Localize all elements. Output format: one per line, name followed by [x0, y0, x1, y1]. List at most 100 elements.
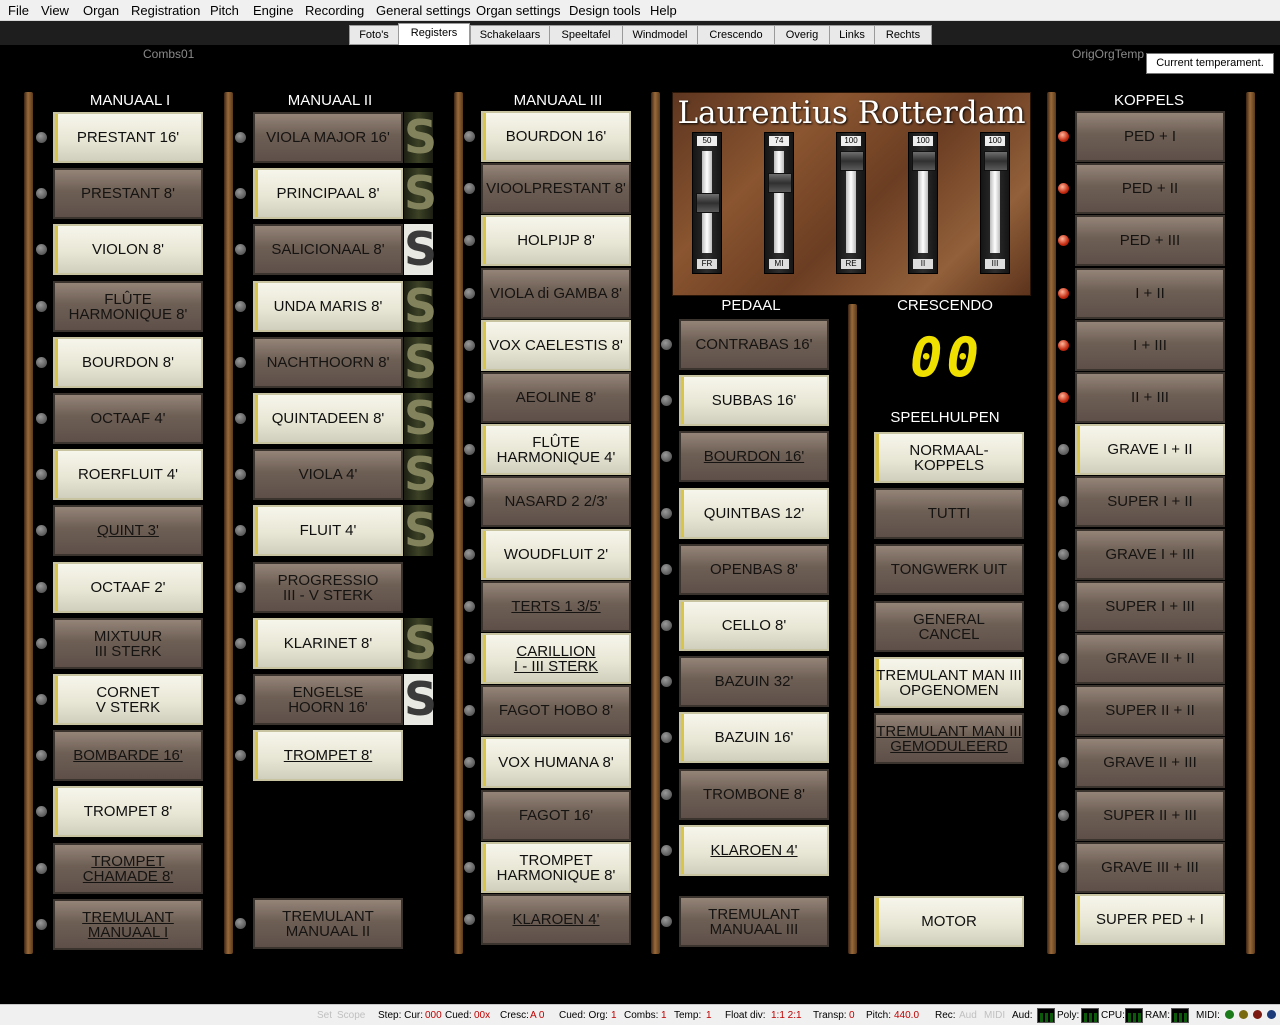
stop-grave-iii-iii[interactable]: GRAVE III + III: [1075, 842, 1225, 893]
stop-i-iii[interactable]: I + III: [1075, 320, 1225, 371]
stop-terts-1-3-5[interactable]: TERTS 1 3/5': [481, 581, 631, 632]
stop-klaroen-4[interactable]: KLAROEN 4': [679, 825, 829, 876]
status-rec-midi[interactable]: MIDI: [984, 1010, 1005, 1021]
stop-tutti[interactable]: TUTTI: [874, 488, 1024, 539]
stop-woudfluit-2[interactable]: WOUDFLUIT 2': [481, 529, 631, 580]
menu-organ[interactable]: Organ: [83, 3, 119, 18]
stop-grave-i-iii[interactable]: GRAVE I + III: [1075, 529, 1225, 580]
status-rec-aud[interactable]: Aud: [959, 1010, 977, 1021]
stop-trombone-8[interactable]: TROMBONE 8': [679, 769, 829, 820]
stop-nachthoorn-8[interactable]: NACHTHOORN 8': [253, 337, 403, 388]
stop-trompet-8[interactable]: TROMPET 8': [53, 786, 203, 837]
swell-s-icon[interactable]: S: [404, 224, 437, 275]
stop-principaal-8[interactable]: PRINCIPAAL 8': [253, 168, 403, 219]
stop-tongwerk-uit[interactable]: TONGWERK UIT: [874, 544, 1024, 595]
stop-super-i-iii[interactable]: SUPER I + III: [1075, 581, 1225, 632]
stop-prestant-8[interactable]: PRESTANT 8': [53, 168, 203, 219]
menu-design-tools[interactable]: Design tools: [569, 3, 641, 18]
stop-violon-8[interactable]: VIOLON 8': [53, 224, 203, 275]
menu-general-settings[interactable]: General settings: [376, 3, 471, 18]
tab-links[interactable]: Links: [829, 25, 875, 45]
stop-fagot-16[interactable]: FAGOT 16': [481, 790, 631, 841]
volume-slider-ii[interactable]: 100 II: [908, 132, 938, 274]
stop-bourdon-8[interactable]: BOURDON 8': [53, 337, 203, 388]
menu-registration[interactable]: Registration: [131, 3, 200, 18]
stop-tremulant-man-iii-opgenomen[interactable]: TREMULANT MAN III OPGENOMEN: [874, 657, 1024, 708]
stop-viola-di-gamba-8[interactable]: VIOLA di GAMBA 8': [481, 268, 631, 319]
stop-grave-ii-iii[interactable]: GRAVE II + III: [1075, 737, 1225, 788]
stop-contrabas-16[interactable]: CONTRABAS 16': [679, 319, 829, 370]
volume-slider-mi[interactable]: 74 MI: [764, 132, 794, 274]
tab-speeltafel[interactable]: Speeltafel: [549, 25, 623, 45]
stop-vox-humana-8[interactable]: VOX HUMANA 8': [481, 737, 631, 788]
stop-vox-caelestis-8[interactable]: VOX CAELESTIS 8': [481, 320, 631, 371]
stop-trompet-harmonique-8[interactable]: TROMPET HARMONIQUE 8': [481, 842, 631, 893]
stop-holpijp-8[interactable]: HOLPIJP 8': [481, 215, 631, 266]
stop-roerfluit-4[interactable]: ROERFLUIT 4': [53, 449, 203, 500]
tab-overig[interactable]: Overig: [774, 25, 830, 45]
stop-vioolprestant-8[interactable]: VIOOLPRESTANT 8': [481, 163, 631, 214]
tab-windmodel[interactable]: Windmodel: [622, 25, 698, 45]
menu-view[interactable]: View: [41, 3, 69, 18]
tab-crescendo[interactable]: Crescendo: [697, 25, 775, 45]
stop-prestant-16[interactable]: PRESTANT 16': [53, 112, 203, 163]
stop-cello-8[interactable]: CELLO 8': [679, 600, 829, 651]
stop-engelse-hoorn-16[interactable]: ENGELSE HOORN 16': [253, 674, 403, 725]
menu-engine[interactable]: Engine: [253, 3, 293, 18]
stop-general-cancel[interactable]: GENERAL CANCEL: [874, 601, 1024, 652]
swell-s-icon[interactable]: S: [404, 112, 437, 163]
swell-s-icon[interactable]: S: [404, 168, 437, 219]
stop-motor[interactable]: MOTOR: [874, 896, 1024, 947]
stop-super-ii-iii[interactable]: SUPER II + III: [1075, 790, 1225, 841]
stop-cornet-v-sterk[interactable]: CORNET V STERK: [53, 674, 203, 725]
stop-subbas-16[interactable]: SUBBAS 16': [679, 375, 829, 426]
slider-knob[interactable]: [840, 151, 864, 171]
stop-grave-i-ii[interactable]: GRAVE I + II: [1075, 424, 1225, 475]
menu-organ-settings[interactable]: Organ settings: [476, 3, 561, 18]
stop-carillion-i-iii-sterk[interactable]: CARILLION I - III STERK: [481, 633, 631, 684]
stop-grave-ii-ii[interactable]: GRAVE II + II: [1075, 633, 1225, 684]
swell-s-icon[interactable]: S: [404, 505, 437, 556]
swell-s-icon[interactable]: S: [404, 618, 437, 669]
status-scope[interactable]: Scope: [337, 1010, 365, 1021]
slider-knob[interactable]: [696, 193, 720, 213]
tab-rechts[interactable]: Rechts: [874, 25, 932, 45]
volume-slider-re[interactable]: 100 RE: [836, 132, 866, 274]
stop-ped-iii[interactable]: PED + III: [1075, 215, 1225, 266]
tab-schakelaars[interactable]: Schakelaars: [470, 25, 550, 45]
menu-pitch[interactable]: Pitch: [210, 3, 239, 18]
swell-s-icon[interactable]: S: [404, 449, 437, 500]
slider-knob[interactable]: [912, 151, 936, 171]
stop-octaaf-4[interactable]: OCTAAF 4': [53, 393, 203, 444]
stop-nasard-2-2-3[interactable]: NASARD 2 2/3': [481, 476, 631, 527]
menu-recording[interactable]: Recording: [305, 3, 364, 18]
stop-fl-te-harmonique-8[interactable]: FLÛTE HARMONIQUE 8': [53, 281, 203, 332]
stop-quint-3[interactable]: QUINT 3': [53, 505, 203, 556]
stop-fluit-4[interactable]: FLUIT 4': [253, 505, 403, 556]
stop-ii-iii[interactable]: II + III: [1075, 372, 1225, 423]
stop-fagot-hobo-8[interactable]: FAGOT HOBO 8': [481, 685, 631, 736]
stop-viola-major-16[interactable]: VIOLA MAJOR 16': [253, 112, 403, 163]
stop-salicionaal-8[interactable]: SALICIONAAL 8': [253, 224, 403, 275]
stop-bourdon-16[interactable]: BOURDON 16': [481, 111, 631, 162]
stop-octaaf-2[interactable]: OCTAAF 2': [53, 562, 203, 613]
stop-ped-i[interactable]: PED + I: [1075, 111, 1225, 162]
stop-klaroen-4[interactable]: KLAROEN 4': [481, 894, 631, 945]
stop-bazuin-16[interactable]: BAZUIN 16': [679, 712, 829, 763]
slider-track[interactable]: [774, 151, 784, 253]
stop-tremulant-manuaal-i[interactable]: TREMULANT MANUAAL I: [53, 899, 203, 950]
stop-normaal-koppels[interactable]: NORMAAL- KOPPELS: [874, 432, 1024, 483]
stop-trompet-chamade-8[interactable]: TROMPET CHAMADE 8': [53, 843, 203, 894]
stop-quintbas-12[interactable]: QUINTBAS 12': [679, 488, 829, 539]
stop-super-i-ii[interactable]: SUPER I + II: [1075, 476, 1225, 527]
stop-bombarde-16[interactable]: BOMBARDE 16': [53, 730, 203, 781]
stop-openbas-8[interactable]: OPENBAS 8': [679, 544, 829, 595]
stop-tremulant-manuaal-iii[interactable]: TREMULANT MANUAAL III: [679, 896, 829, 947]
stop-mixtuur-iii-sterk[interactable]: MIXTUUR III STERK: [53, 618, 203, 669]
stop-ped-ii[interactable]: PED + II: [1075, 163, 1225, 214]
stop-bazuin-32[interactable]: BAZUIN 32': [679, 656, 829, 707]
stop-progressio-iii-v-sterk[interactable]: PROGRESSIO III - V STERK: [253, 562, 403, 613]
stop-unda-maris-8[interactable]: UNDA MARIS 8': [253, 281, 403, 332]
slider-knob[interactable]: [984, 151, 1008, 171]
tab-registers[interactable]: Registers: [398, 23, 470, 45]
